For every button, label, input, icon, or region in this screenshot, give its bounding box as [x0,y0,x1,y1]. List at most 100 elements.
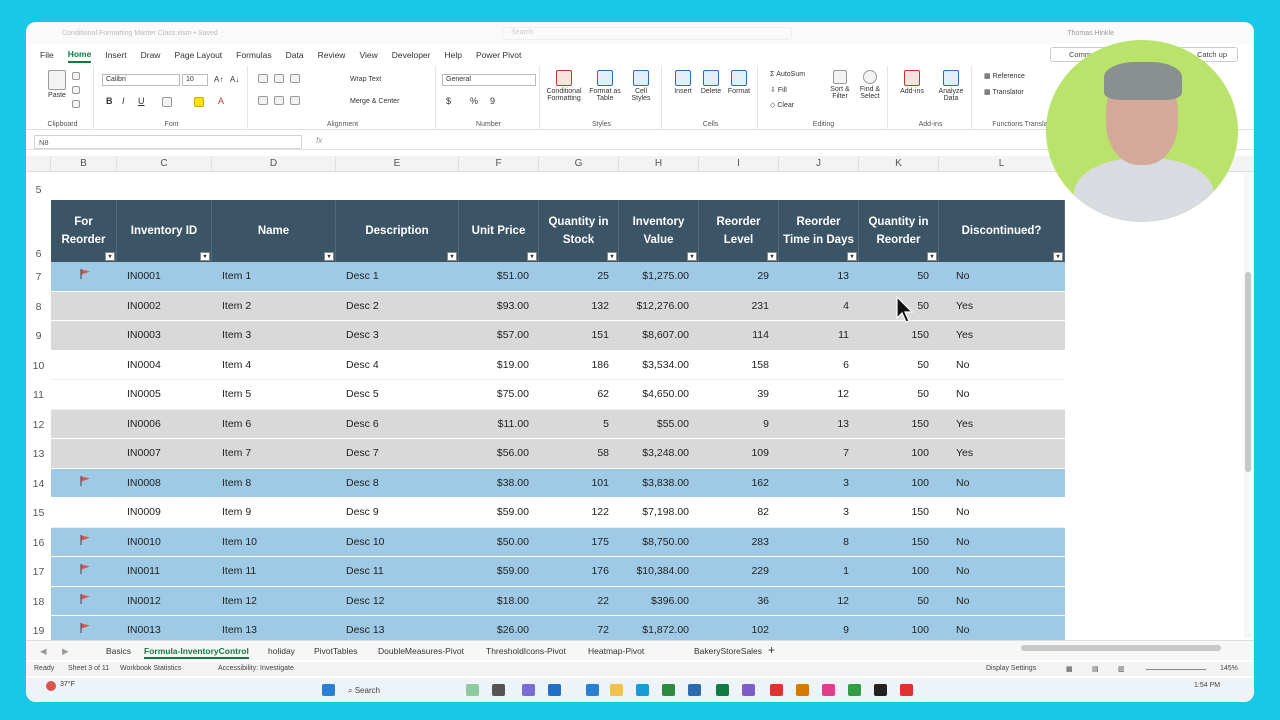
font-name-select[interactable]: Calibri [102,74,180,86]
table-cell-disc[interactable]: No [956,536,969,548]
table-cell-level[interactable]: 36 [699,595,769,607]
table-cell-id[interactable]: IN0008 [127,477,161,489]
table-cell-reorder[interactable]: 50 [859,270,929,282]
zoom-level[interactable]: 145% [1220,665,1238,672]
table-cell-qty[interactable]: 58 [539,447,609,459]
table-cell-price[interactable]: $11.00 [459,418,529,430]
row-header[interactable]: 17 [26,566,51,580]
sort-filter-button[interactable]: Sort & Filter [826,70,854,100]
table-cell-reorder[interactable]: 150 [859,329,929,341]
addins-button[interactable]: Add-ins [896,70,928,95]
table-cell-price[interactable]: $51.00 [459,270,529,282]
filter-dropdown-icon[interactable]: ▾ [767,252,777,261]
table-cell-value[interactable]: $3,534.00 [619,359,689,371]
tab-insert[interactable]: Insert [105,48,126,62]
table-cell-days[interactable]: 4 [779,300,849,312]
table-cell-qty[interactable]: 151 [539,329,609,341]
table-cell-price[interactable]: $75.00 [459,388,529,400]
store-icon[interactable] [636,684,649,696]
task-view-icon[interactable] [492,684,505,696]
normal-view-icon[interactable]: ▦ [1066,665,1073,673]
reference-button[interactable]: ▦ Reference [984,72,1025,80]
table-cell-days[interactable]: 8 [779,536,849,548]
format-cells-button[interactable]: Format [726,70,752,95]
table-cell-name[interactable]: Item 3 [222,329,251,341]
bold-button[interactable]: B [106,96,113,106]
table-cell-value[interactable]: $55.00 [619,418,689,430]
table-cell-name[interactable]: Item 7 [222,447,251,459]
row-header[interactable]: 10 [26,359,51,374]
table-cell-reorder[interactable]: 50 [859,300,929,312]
table-cell-id[interactable]: IN0005 [127,388,161,400]
app-icon[interactable] [662,684,675,696]
filter-dropdown-icon[interactable]: ▾ [527,252,537,261]
column-header-f[interactable]: F [459,156,539,172]
table-cell-name[interactable]: Item 1 [222,270,251,282]
table-cell-id[interactable]: IN0007 [127,447,161,459]
row-header[interactable]: 9 [26,330,51,344]
display-settings[interactable]: Display Settings [986,665,1036,672]
filter-dropdown-icon[interactable]: ▾ [324,252,334,261]
table-cell-disc[interactable]: No [956,565,969,577]
table-cell-id[interactable]: IN0006 [127,418,161,430]
table-cell-level[interactable]: 162 [699,477,769,489]
filter-dropdown-icon[interactable]: ▾ [447,252,457,261]
table-cell-id[interactable]: IN0003 [127,329,161,341]
table-cell-reorder[interactable]: 150 [859,506,929,518]
tab-home[interactable]: Home [67,47,92,63]
format-painter-icon[interactable] [72,100,80,108]
table-cell-desc[interactable]: Desc 3 [346,329,379,341]
table-cell-value[interactable]: $12,276.00 [619,300,689,312]
prev-sheet-icon[interactable]: ◀ [40,646,47,657]
table-cell-value[interactable]: $1,275.00 [619,270,689,282]
table-cell-level[interactable]: 114 [699,329,769,341]
table-cell-qty[interactable]: 175 [539,536,609,548]
table-cell-reorder[interactable]: 100 [859,447,929,459]
row-header[interactable]: 11 [26,389,51,403]
row-header[interactable]: 14 [26,477,51,492]
table-cell-name[interactable]: Item 4 [222,359,251,371]
table-cell-reorder[interactable]: 100 [859,624,929,636]
table-cell-level[interactable]: 9 [699,418,769,430]
tab-draw[interactable]: Draw [141,48,161,62]
row-header[interactable]: 15 [26,507,51,521]
align-right-icon[interactable] [290,96,300,105]
column-header-e[interactable]: E [336,156,459,172]
number-format-select[interactable]: General [442,74,536,86]
vertical-scroll-thumb[interactable] [1245,272,1251,472]
workbook-stats[interactable]: Workbook Statistics [120,665,181,672]
filter-dropdown-icon[interactable]: ▾ [200,252,210,261]
table-cell-level[interactable]: 109 [699,447,769,459]
column-header-j[interactable]: J [779,156,859,172]
table-cell-level[interactable]: 231 [699,300,769,312]
sheet-tab[interactable]: ThresholdIcons-Pivot [486,646,566,656]
horizontal-scrollbar[interactable] [1006,644,1236,652]
table-cell-level[interactable]: 229 [699,565,769,577]
table-cell-days[interactable]: 6 [779,359,849,371]
outlook-icon[interactable] [548,684,561,696]
filter-dropdown-icon[interactable]: ▾ [687,252,697,261]
table-cell-name[interactable]: Item 8 [222,477,251,489]
sheet-tab[interactable]: Basics [106,646,131,656]
delete-cells-button[interactable]: Delete [698,70,724,95]
column-header-l[interactable]: L [939,156,1065,172]
table-cell-desc[interactable]: Desc 5 [346,388,379,400]
format-as-table-button[interactable]: Format as Table [588,70,622,102]
table-cell-id[interactable]: IN0001 [127,270,161,282]
align-left-icon[interactable] [258,96,268,105]
table-cell-disc[interactable]: No [956,388,969,400]
user-name[interactable]: Thomas Hinkle [1067,30,1114,37]
italic-button[interactable]: I [122,96,125,106]
table-cell-disc[interactable]: Yes [956,329,973,341]
align-center-icon[interactable] [274,96,284,105]
table-cell-desc[interactable]: Desc 10 [346,536,385,548]
table-cell-name[interactable]: Item 10 [222,536,257,548]
table-cell-reorder[interactable]: 150 [859,536,929,548]
table-cell-level[interactable]: 102 [699,624,769,636]
zoom-slider[interactable] [1146,669,1206,670]
table-cell-name[interactable]: Item 13 [222,624,257,636]
teams-icon[interactable] [522,684,535,696]
translator-button[interactable]: ▦ Translator [984,88,1024,96]
tab-formulas[interactable]: Formulas [236,48,271,62]
row-header[interactable]: 12 [26,418,51,433]
